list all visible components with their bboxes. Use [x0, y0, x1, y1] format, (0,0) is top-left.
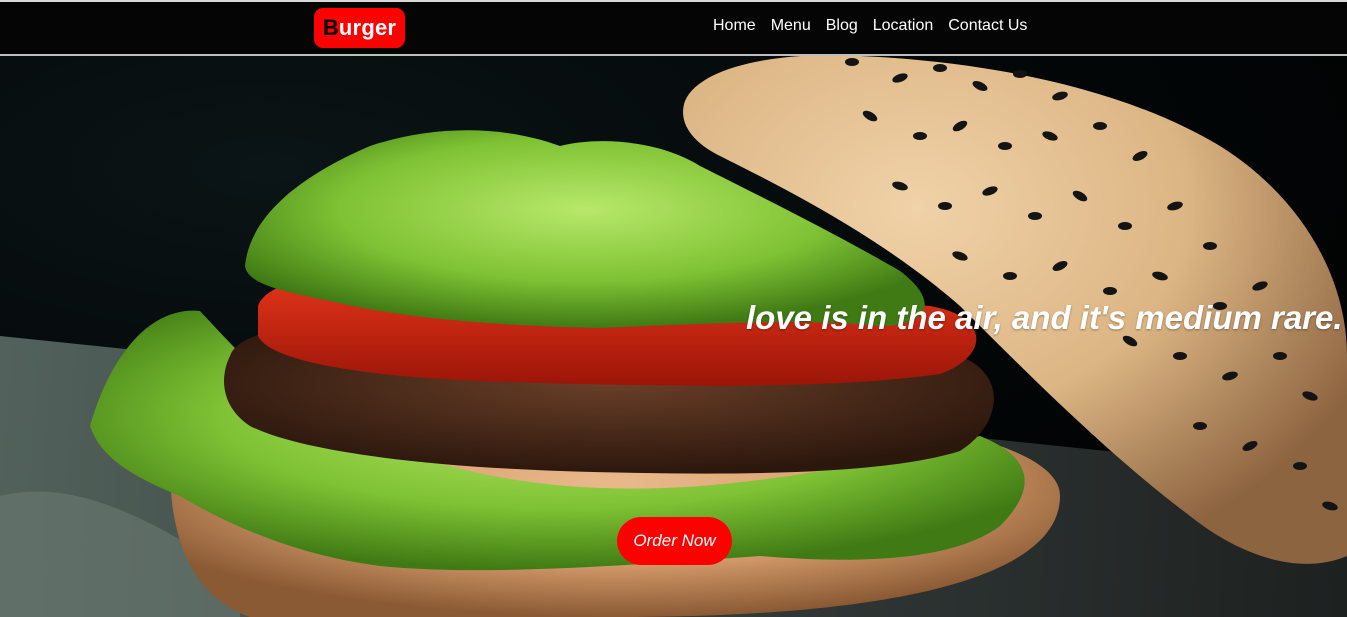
- nav-links: Home Menu Blog Location Contact Us: [713, 17, 1027, 35]
- brand-logo-text: urger: [338, 15, 397, 40]
- nav-item-menu: Menu: [771, 17, 811, 35]
- brand-logo[interactable]: Burger: [314, 8, 405, 48]
- navbar: Burger Home Menu Blog Location Contact U…: [0, 0, 1347, 56]
- nav-link-blog[interactable]: Blog: [826, 17, 858, 34]
- nav-item-contact: Contact Us: [948, 17, 1027, 35]
- nav-link-menu[interactable]: Menu: [771, 17, 811, 34]
- nav-item-location: Location: [873, 17, 934, 35]
- nav-link-contact-us[interactable]: Contact Us: [948, 17, 1027, 34]
- nav-link-home[interactable]: Home: [713, 17, 756, 34]
- nav-item-home: Home: [713, 17, 756, 35]
- order-now-button[interactable]: Order Now: [617, 517, 732, 565]
- nav-link-location[interactable]: Location: [873, 17, 934, 34]
- hero-tagline: love is in the air, and it's medium rare…: [746, 299, 1343, 336]
- nav-item-blog: Blog: [826, 17, 858, 35]
- hero-section: love is in the air, and it's medium rare…: [0, 56, 1347, 617]
- brand-logo-first-letter: B: [322, 15, 339, 40]
